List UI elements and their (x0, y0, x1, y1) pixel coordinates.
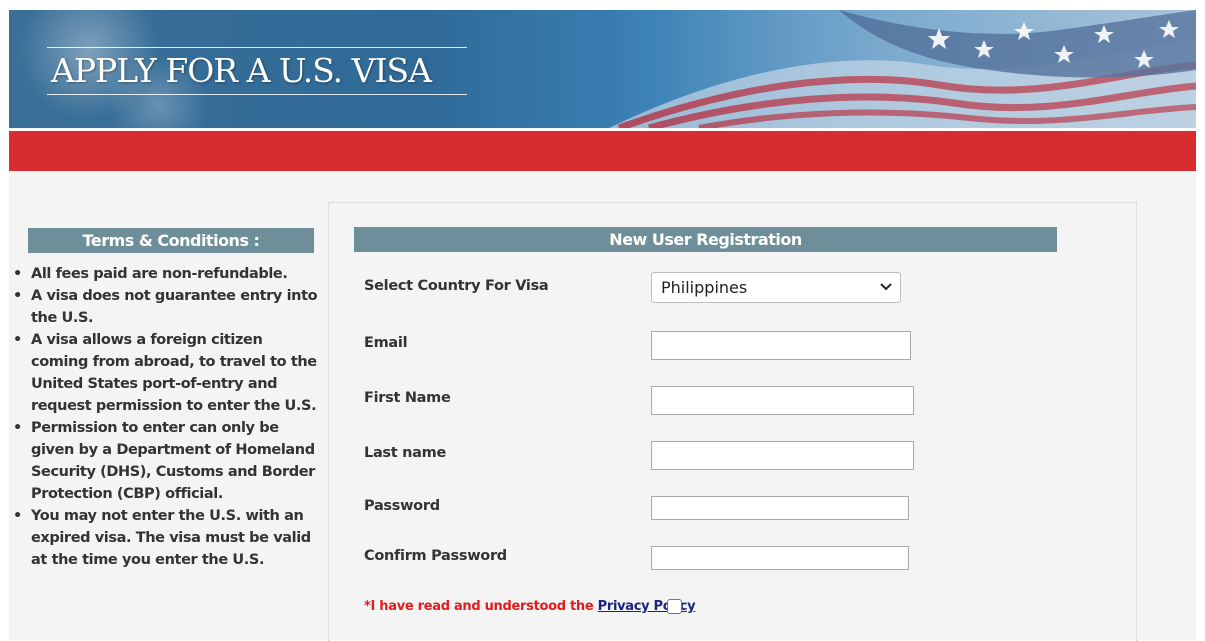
terms-item: A visa allows a foreign citizen coming f… (13, 329, 321, 417)
email-label: Email (364, 335, 408, 351)
red-stripe-bar (9, 131, 1196, 171)
first-name-field[interactable] (651, 386, 914, 415)
page-title: APPLY FOR A U.S. VISA (51, 51, 432, 90)
registration-form: New User Registration Select Country For… (328, 202, 1137, 641)
us-flag-image (609, 10, 1196, 128)
terms-item: Permission to enter can only be given by… (13, 417, 321, 505)
email-field[interactable] (651, 331, 911, 360)
chevron-down-icon (880, 283, 892, 291)
privacy-consent: *I have read and understood the Privacy … (364, 599, 696, 614)
terms-header: Terms & Conditions : (28, 228, 314, 253)
password-label: Password (364, 498, 440, 514)
country-select[interactable]: Philippines (651, 272, 901, 303)
confirm-password-field[interactable] (651, 546, 909, 570)
terms-item: All fees paid are non-refundable. (13, 263, 321, 285)
privacy-checkbox[interactable] (667, 599, 682, 614)
terms-list: All fees paid are non-refundable. A visa… (9, 263, 321, 571)
registration-header: New User Registration (354, 227, 1057, 252)
privacy-consent-text: *I have read and understood the (364, 599, 594, 614)
last-name-label: Last name (364, 445, 446, 461)
banner-title-frame: APPLY FOR A U.S. VISA (47, 47, 467, 95)
terms-item: You may not enter the U.S. with an expir… (13, 505, 321, 571)
first-name-label: First Name (364, 390, 451, 406)
main-content: Terms & Conditions : All fees paid are n… (9, 171, 1196, 641)
confirm-password-label: Confirm Password (364, 548, 507, 564)
password-field[interactable] (651, 496, 909, 520)
terms-item: A visa does not guarantee entry into the… (13, 285, 321, 329)
last-name-field[interactable] (651, 441, 914, 470)
country-label: Select Country For Visa (364, 278, 549, 294)
header-banner: APPLY FOR A U.S. VISA (9, 10, 1196, 128)
country-select-value: Philippines (661, 278, 748, 297)
